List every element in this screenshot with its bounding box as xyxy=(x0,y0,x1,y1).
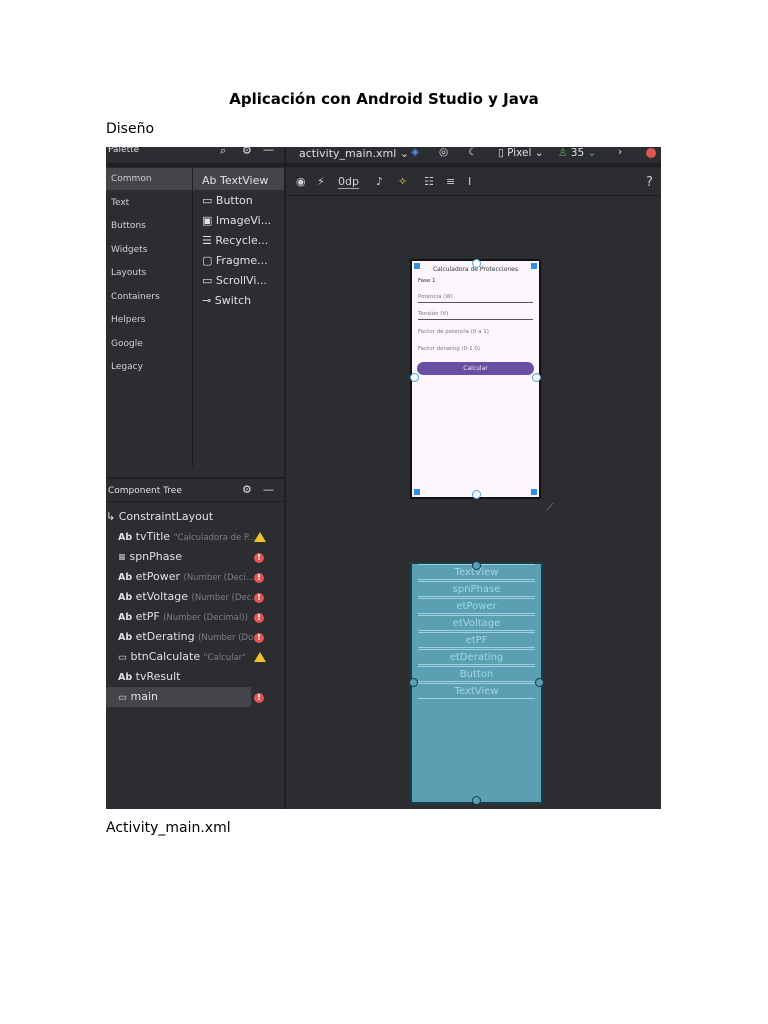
component-icon: ≡ xyxy=(118,552,126,563)
component-icon: Ab xyxy=(118,532,133,543)
widget-icon: ▢ xyxy=(202,254,213,267)
error-icon[interactable] xyxy=(646,148,656,158)
palette-category-layouts[interactable]: Layouts xyxy=(111,268,146,278)
blueprint-preview[interactable]: TextView spnPhase etPower etVoltage etPF etDe… xyxy=(409,561,544,805)
default-margin-dropdown[interactable]: 0dp xyxy=(338,175,359,189)
baseline-icon[interactable]: I xyxy=(468,175,471,188)
tree-item[interactable]: Ab etDerating (Number (Do... xyxy=(118,630,261,643)
section-heading-design: Diseño xyxy=(106,121,155,137)
help-icon[interactable]: ? xyxy=(646,175,653,190)
constraint-layout-icon: ↳ xyxy=(106,510,116,523)
palette-category-containers[interactable]: Containers xyxy=(111,292,160,302)
chevron-right-icon[interactable]: › xyxy=(618,147,622,158)
preview-calculate-button: Calcular xyxy=(417,362,534,375)
palette-item[interactable]: ▣ ImageVi... xyxy=(202,214,271,227)
tree-root[interactable]: ↳ ConstraintLayout xyxy=(106,510,213,523)
component-icon: ▭ xyxy=(118,652,127,663)
error-icon[interactable]: ! xyxy=(254,593,264,603)
blueprint-widget[interactable]: etPower xyxy=(418,598,535,614)
palette-item[interactable]: ▭ ScrollVi... xyxy=(202,274,267,287)
tree-item[interactable]: Ab etVoltage (Number (Dec... xyxy=(118,590,260,603)
align-icon[interactable]: ≡ xyxy=(446,175,455,188)
minimize-icon[interactable]: — xyxy=(263,147,274,156)
warning-icon[interactable] xyxy=(254,532,266,542)
guidelines-icon[interactable]: ☷ xyxy=(424,175,434,188)
error-icon[interactable]: ! xyxy=(254,613,264,623)
blueprint-widget[interactable]: spnPhase xyxy=(418,581,535,597)
tree-item[interactable]: ▭ btnCalculate "Calcular" xyxy=(118,650,246,663)
component-icon: Ab xyxy=(118,572,133,583)
error-icon[interactable]: ! xyxy=(254,573,264,583)
preview-spinner: Fase 1 xyxy=(418,278,436,284)
palette-title: Palette xyxy=(108,147,140,155)
widget-icon: ▭ xyxy=(202,274,213,287)
clear-constraints-icon[interactable]: ♪ xyxy=(376,175,383,188)
tree-item[interactable]: ▭ main xyxy=(118,690,158,703)
search-icon[interactable]: ⌕ xyxy=(220,147,226,158)
blueprint-widget[interactable]: etPF xyxy=(418,632,535,648)
infer-constraints-icon[interactable]: ✧ xyxy=(398,175,407,188)
preview-pf-field: Factor de potencia (0 a 1) xyxy=(418,329,489,335)
design-surface-icon[interactable]: ◈ xyxy=(411,147,419,158)
palette-category-google[interactable]: Google xyxy=(111,339,143,349)
error-icon[interactable]: ! xyxy=(254,553,264,563)
gear-icon[interactable]: ⚙ xyxy=(242,483,252,496)
component-icon: Ab xyxy=(118,612,133,623)
palette-category-buttons[interactable]: Buttons xyxy=(111,221,146,231)
tree-item[interactable]: Ab tvTitle "Calculadora de P... xyxy=(118,530,256,543)
orientation-icon[interactable]: ◎ xyxy=(439,147,448,158)
component-icon: Ab xyxy=(118,672,133,683)
tree-item[interactable]: Ab tvResult xyxy=(118,670,180,683)
view-options-icon[interactable]: ◉ xyxy=(296,175,306,188)
palette-category-helpers[interactable]: Helpers xyxy=(111,315,145,325)
error-icon[interactable]: ! xyxy=(254,633,264,643)
preview-derating-field: Factor derating (0-1.0) xyxy=(418,346,481,352)
document-title: Aplicación con Android Studio y Java xyxy=(229,90,539,108)
section-heading-xml: Activity_main.xml xyxy=(106,820,231,836)
palette-category-common[interactable]: Common xyxy=(111,174,152,184)
android-studio-screenshot: Palette ⌕ ⚙ — Common Text Buttons Widgets La… xyxy=(106,147,661,809)
minimize-icon[interactable]: — xyxy=(263,483,274,496)
file-dropdown[interactable]: activity_main.xml ⌄ xyxy=(299,147,409,160)
palette-category-legacy[interactable]: Legacy xyxy=(111,362,143,372)
api-dropdown[interactable]: ♙ 35 ⌄ xyxy=(558,147,596,159)
error-icon[interactable]: ! xyxy=(254,693,264,703)
palette-item[interactable]: ▭ Button xyxy=(202,194,253,207)
preview-voltage-field: Tensión (V) xyxy=(418,311,449,317)
palette-category-widgets[interactable]: Widgets xyxy=(111,245,147,255)
device-dropdown[interactable]: ▯ Pixel ⌄ xyxy=(498,147,544,159)
preview-power-field: Potencia (W) xyxy=(418,294,453,300)
palette-item[interactable]: ☰ Recycle... xyxy=(202,234,268,247)
widget-icon: ▣ xyxy=(202,214,213,227)
component-icon: Ab xyxy=(118,592,133,603)
tree-item[interactable]: ≡ spnPhase xyxy=(118,550,182,563)
blueprint-widget[interactable]: etDerating xyxy=(418,649,535,665)
warning-icon[interactable] xyxy=(254,652,266,662)
autoconnect-icon[interactable]: ⚡ xyxy=(317,175,325,188)
component-icon: Ab xyxy=(118,632,133,643)
blueprint-widget[interactable]: etVoltage xyxy=(418,615,535,631)
night-mode-icon[interactable]: ☾ xyxy=(468,147,477,158)
widget-icon: ▭ xyxy=(202,194,213,207)
palette-item[interactable]: Ab TextView xyxy=(202,174,268,187)
gear-icon[interactable]: ⚙ xyxy=(242,147,252,157)
tree-item[interactable]: Ab etPF (Number (Decimal)) xyxy=(118,610,248,623)
palette-category-text[interactable]: Text xyxy=(111,198,129,208)
design-preview[interactable]: Calculadora de Protecciones Fase 1 Poten… xyxy=(410,259,541,499)
widget-icon: ☰ xyxy=(202,234,212,247)
tree-item[interactable]: Ab etPower (Number (Deci... xyxy=(118,570,254,583)
component-icon: ▭ xyxy=(118,692,127,703)
palette-item[interactable]: ▢ Fragme... xyxy=(202,254,268,267)
component-tree-title: Component Tree xyxy=(108,486,182,496)
blueprint-widget[interactable]: TextView xyxy=(418,683,535,699)
blueprint-widget[interactable]: Button xyxy=(418,666,535,682)
widget-icon: Ab xyxy=(202,174,217,187)
palette-item[interactable]: ⊸ Switch xyxy=(202,294,251,307)
resize-handle-icon[interactable]: ⟋ xyxy=(546,502,553,515)
widget-icon: ⊸ xyxy=(202,294,212,307)
